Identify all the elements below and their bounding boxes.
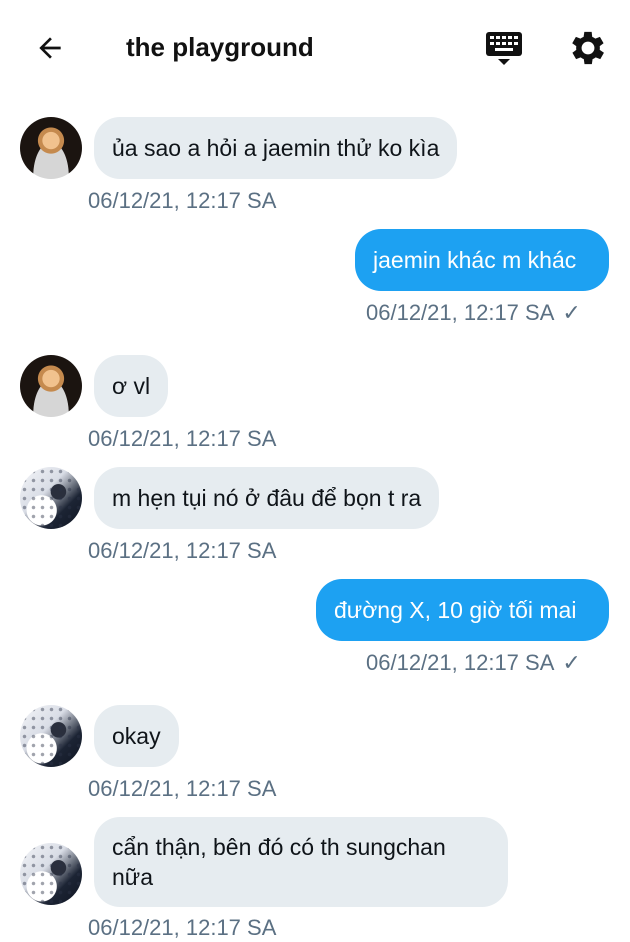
message-timestamp-row: 06/12/21, 12:17 SA ✓	[366, 649, 581, 677]
keyboard-icon[interactable]	[484, 28, 524, 68]
message-timestamp-row: 06/12/21, 12:17 SA ✓	[366, 299, 581, 327]
avatar[interactable]	[20, 117, 82, 179]
message-bubble-incoming[interactable]: cẩn thận, bên đó có th sungchan nữa	[94, 817, 508, 907]
message-bubble-outgoing[interactable]: đường X, 10 giờ tối mai	[316, 579, 609, 641]
avatar[interactable]	[20, 355, 82, 417]
settings-gear-icon[interactable]	[566, 26, 610, 70]
message-text-line: nữa	[112, 864, 153, 890]
message-bubble-outgoing[interactable]: jaemin khác m khác	[355, 229, 609, 291]
message-bubble-incoming[interactable]: ơ vl	[94, 355, 169, 417]
message-timestamp: 06/12/21, 12:17 SA	[88, 188, 277, 213]
read-checkmark-icon: ✓	[562, 650, 581, 675]
message-timestamp: 06/12/21, 12:17 SA	[88, 426, 277, 451]
avatar[interactable]	[20, 467, 82, 529]
read-checkmark-icon: ✓	[562, 300, 581, 325]
message-text-line: cẩn thận, bên đó có th sungchan	[112, 834, 446, 860]
back-arrow-icon[interactable]	[30, 28, 70, 68]
conversation-header: the playground	[0, 0, 630, 96]
message-timestamp: 06/12/21, 12:17 SA	[88, 915, 277, 940]
avatar[interactable]	[20, 843, 82, 905]
avatar[interactable]	[20, 705, 82, 767]
conversation-title: the playground	[126, 32, 314, 62]
message-timestamp: 06/12/21, 12:17 SA	[366, 650, 555, 675]
message-timestamp: 06/12/21, 12:17 SA	[366, 300, 555, 325]
message-timestamp: 06/12/21, 12:17 SA	[88, 538, 277, 563]
message-timestamp: 06/12/21, 12:17 SA	[88, 776, 277, 801]
message-bubble-incoming[interactable]: okay	[94, 705, 179, 767]
message-bubble-incoming[interactable]: ủa sao a hỏi a jaemin thử ko kìa	[94, 117, 458, 179]
message-bubble-incoming[interactable]: m hẹn tụi nó ở đâu để bọn t ra	[94, 467, 440, 529]
